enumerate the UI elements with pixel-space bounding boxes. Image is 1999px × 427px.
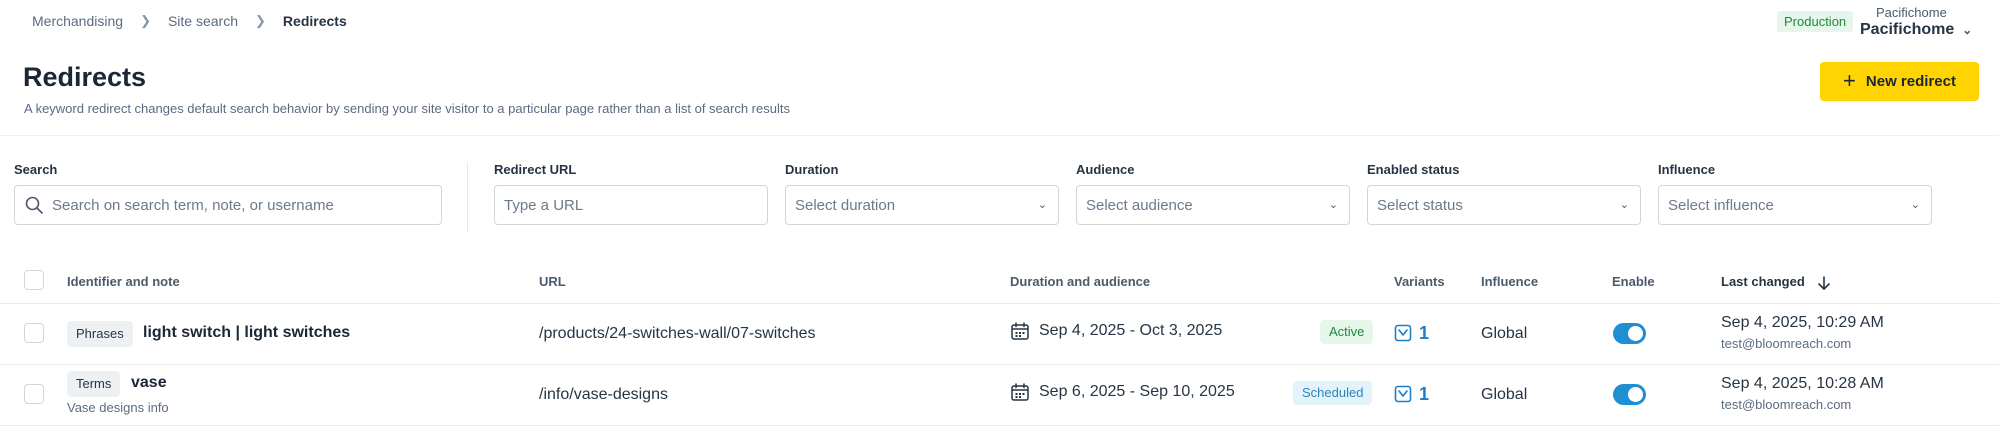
account-switcher[interactable]: Pacifichome Pacifichome ⌄ (1860, 5, 1972, 39)
enable-toggle[interactable] (1613, 384, 1646, 405)
variants-count[interactable]: 1 (1419, 384, 1429, 405)
influence-placeholder: Select influence (1668, 196, 1774, 214)
divider (0, 135, 1999, 136)
page-subtitle: A keyword redirect changes default searc… (24, 101, 790, 116)
type-chip: Terms (67, 371, 121, 397)
search-filter: Search Search on search term, note, or u… (14, 162, 442, 225)
chevron-down-icon: ⌄ (1037, 199, 1047, 211)
identifier-text[interactable]: vase (131, 374, 167, 392)
chevron-right-icon: ❯ (140, 13, 151, 28)
new-redirect-label: New redirect (1865, 73, 1956, 90)
arrow-down-icon[interactable] (1817, 275, 1831, 291)
page-title: Redirects (23, 62, 147, 92)
column-variants[interactable]: Variants (1394, 274, 1445, 289)
redirect-url-placeholder: Type a URL (504, 196, 584, 214)
redirect-url-filter: Redirect URL Type a URL (494, 162, 768, 225)
row-checkbox[interactable] (24, 323, 44, 343)
calendar-icon (1011, 322, 1029, 340)
enabled-status-select[interactable]: Select status ⌄ (1367, 185, 1641, 225)
last-changed-date: Sep 4, 2025, 10:29 AM (1721, 314, 1884, 331)
duration-range: Sep 4, 2025 - Oct 3, 2025 (1039, 322, 1223, 339)
duration-label: Duration (785, 162, 839, 177)
enabled-status-filter: Enabled status Select status ⌄ (1367, 162, 1641, 225)
account-org: Pacifichome (1876, 5, 1947, 20)
identifier-note: Vase designs info (67, 400, 169, 415)
duration-range: Sep 6, 2025 - Sep 10, 2025 (1039, 383, 1235, 400)
column-enable[interactable]: Enable (1612, 274, 1655, 289)
audience-filter: Audience Select audience ⌄ (1076, 162, 1350, 225)
variants-icon (1394, 324, 1412, 342)
toggle-knob (1628, 387, 1643, 402)
breadcrumb-merchandising[interactable]: Merchandising (32, 13, 123, 29)
influence-value: Global (1481, 325, 1528, 342)
column-last-changed[interactable]: Last changed (1721, 274, 1805, 289)
influence-filter: Influence Select influence ⌄ (1658, 162, 1932, 225)
column-url[interactable]: URL (539, 274, 566, 289)
influence-label: Influence (1658, 162, 1716, 177)
last-changed-date: Sep 4, 2025, 10:28 AM (1721, 375, 1884, 392)
redirect-url: /products/24-switches-wall/07-switches (539, 325, 816, 342)
enabled-status-placeholder: Select status (1377, 196, 1463, 214)
redirect-url-label: Redirect URL (494, 162, 577, 177)
chevron-down-icon: ⌄ (1328, 199, 1338, 211)
variants-count[interactable]: 1 (1419, 323, 1429, 344)
environment-badge: Production (1777, 11, 1854, 32)
chevron-right-icon: ❯ (255, 13, 266, 28)
filter-divider (467, 162, 468, 232)
search-icon (25, 196, 43, 214)
enable-toggle[interactable] (1613, 323, 1646, 344)
account-name: Pacifichome (1860, 21, 1955, 38)
influence-value: Global (1481, 386, 1528, 403)
chevron-down-icon: ⌄ (1619, 199, 1629, 211)
breadcrumb-current: Redirects (282, 13, 347, 29)
identifier-text[interactable]: light switch | light switches (143, 324, 350, 342)
search-input[interactable]: Search on search term, note, or username (14, 185, 442, 225)
duration-filter: Duration Select duration ⌄ (785, 162, 1059, 225)
last-changed-user: test@bloomreach.com (1721, 336, 1852, 351)
redirect-url-input[interactable]: Type a URL (494, 185, 768, 225)
breadcrumb-site-search[interactable]: Site search (168, 13, 238, 29)
last-changed-user: test@bloomreach.com (1721, 397, 1852, 412)
search-label: Search (14, 162, 58, 177)
calendar-icon (1011, 383, 1029, 401)
toggle-knob (1628, 326, 1643, 341)
influence-select[interactable]: Select influence ⌄ (1658, 185, 1932, 225)
top-bar: Merchandising ❯ Site search ❯ Redirects … (0, 0, 1999, 44)
chevron-down-icon: ⌄ (1910, 199, 1920, 211)
breadcrumb: Merchandising ❯ Site search ❯ Redirects (32, 13, 347, 29)
table-header: Identifier and note URL Duration and aud… (0, 266, 1999, 304)
new-redirect-button[interactable]: + New redirect (1820, 62, 1979, 101)
type-chip: Phrases (67, 321, 133, 347)
status-badge: Active (1320, 320, 1374, 344)
table-row[interactable]: Phrases light switch | light switches /p… (0, 304, 1999, 365)
column-identifier[interactable]: Identifier and note (67, 274, 180, 289)
chevron-down-icon: ⌄ (1962, 23, 1973, 37)
redirect-url: /info/vase-designs (539, 386, 668, 403)
audience-select[interactable]: Select audience ⌄ (1076, 185, 1350, 225)
row-checkbox[interactable] (24, 384, 44, 404)
status-badge: Scheduled (1293, 381, 1373, 405)
table-row[interactable]: Terms vase Vase designs info /info/vase-… (0, 365, 1999, 426)
select-all-checkbox[interactable] (24, 270, 44, 290)
plus-icon: + (1843, 67, 1856, 93)
column-duration[interactable]: Duration and audience (1010, 274, 1150, 289)
duration-select[interactable]: Select duration ⌄ (785, 185, 1059, 225)
duration-placeholder: Select duration (795, 196, 896, 214)
variants-icon (1394, 385, 1412, 403)
audience-label: Audience (1076, 162, 1135, 177)
enabled-status-label: Enabled status (1367, 162, 1460, 177)
audience-placeholder: Select audience (1086, 196, 1193, 214)
column-influence[interactable]: Influence (1481, 274, 1538, 289)
search-placeholder: Search on search term, note, or username (52, 196, 334, 214)
